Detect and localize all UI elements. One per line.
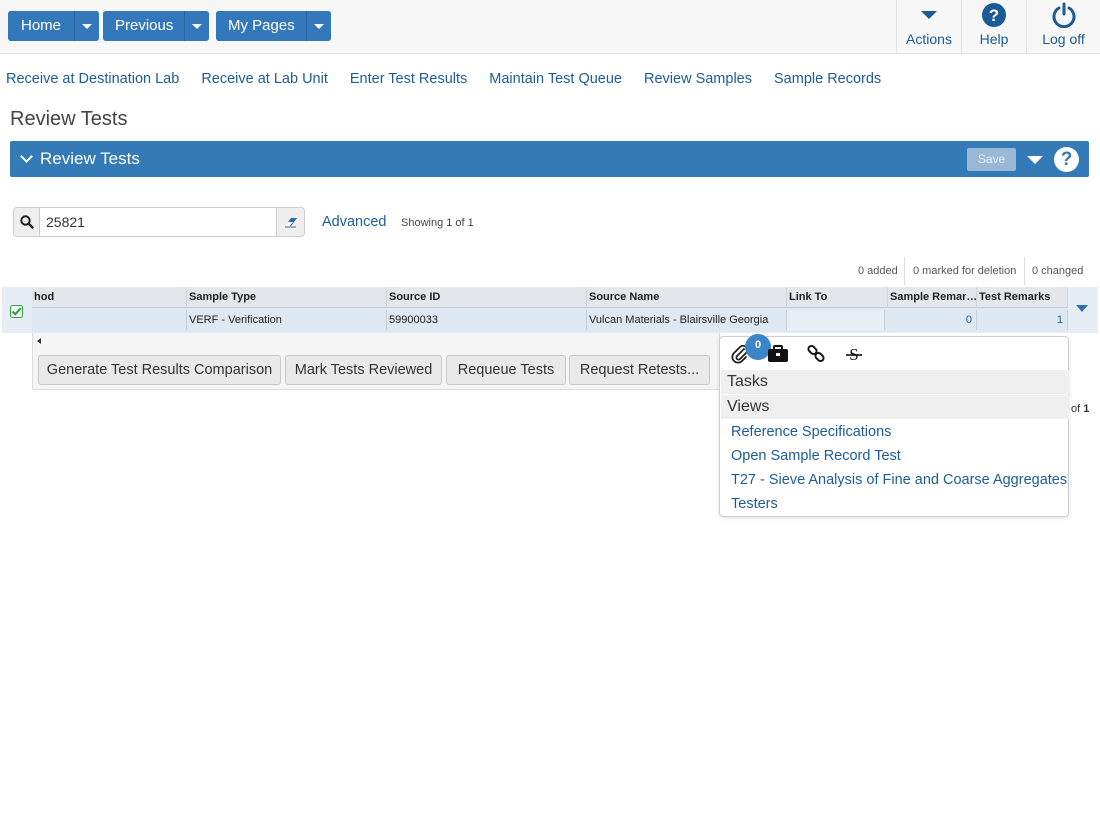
link-enter-test-results[interactable]: Enter Test Results	[350, 71, 467, 87]
caret-down-icon	[897, 10, 961, 20]
help-label: Help	[979, 31, 1009, 47]
home-dropdown-toggle[interactable]	[74, 11, 100, 41]
link-receive-at-destination-lab[interactable]: Receive at Destination Lab	[6, 71, 179, 87]
view-t27-sieve-analysis[interactable]: T27 - Sieve Analysis of Fine and Coarse …	[731, 472, 1067, 488]
requeue-tests-button[interactable]: Requeue Tests	[446, 355, 566, 385]
cell-sample-type[interactable]: VERF - Verification	[187, 310, 387, 330]
my-pages-dropdown-toggle[interactable]	[305, 11, 331, 41]
home-button-group: Home	[8, 11, 100, 41]
actions-label: Actions	[906, 31, 952, 47]
change-counters: 0 added 0 marked for deletion 0 changed	[850, 257, 1100, 285]
briefcase-icon[interactable]	[766, 343, 790, 365]
previous-button-group: Previous	[103, 11, 210, 41]
strikethrough-icon[interactable]: S	[842, 343, 866, 365]
link-receive-at-lab-unit[interactable]: Receive at Lab Unit	[201, 71, 328, 87]
cell-test-remarks[interactable]: 1	[977, 310, 1068, 330]
search-icon	[14, 208, 40, 236]
marked-for-deletion-count: 0 marked for deletion	[913, 265, 1017, 277]
advanced-search-link[interactable]: Advanced	[322, 214, 387, 230]
column-header-source-id[interactable]: Source ID	[387, 287, 587, 308]
view-open-sample-record-test[interactable]: Open Sample Record Test	[731, 448, 901, 464]
link-sample-records[interactable]: Sample Records	[774, 71, 881, 87]
svg-text:?: ?	[989, 6, 999, 25]
help-button[interactable]: ? Help	[961, 0, 1026, 54]
save-button[interactable]: Save	[967, 148, 1016, 171]
log-off-button[interactable]: Log off	[1026, 0, 1100, 54]
chevron-down-icon	[313, 23, 324, 29]
added-count: 0 added	[858, 265, 898, 277]
attachment-icon[interactable]: 0	[728, 334, 771, 365]
scroll-left-arrow-icon[interactable]	[37, 338, 41, 344]
view-testers[interactable]: Testers	[731, 496, 778, 512]
link-icon[interactable]	[804, 343, 828, 365]
quick-links-bar: Receive at Destination Lab Receive at La…	[6, 71, 903, 87]
home-button[interactable]: Home	[8, 11, 75, 41]
actions-menu-button[interactable]: Actions	[896, 0, 961, 54]
column-header-test-remarks[interactable]: Test Remarks	[977, 287, 1068, 308]
grid-header-row: hod Sample Type Source ID Source Name Li…	[32, 287, 1068, 308]
cell-sample-remarks[interactable]: 0	[888, 310, 977, 330]
search-box	[13, 207, 305, 237]
showing-count: Showing 1 of 1	[401, 217, 474, 229]
panel-menu-caret-icon[interactable]	[1027, 156, 1043, 164]
log-off-label: Log off	[1042, 31, 1085, 47]
table-row[interactable]: VERF - Verification 59900033 Vulcan Mate…	[32, 308, 1068, 332]
cell-source-id[interactable]: 59900033	[387, 310, 587, 330]
column-header-link-to[interactable]: Link To	[787, 287, 888, 308]
generate-test-results-comparison-button[interactable]: Generate Test Results Comparison	[38, 355, 281, 385]
cell-link-to[interactable]	[787, 310, 885, 330]
column-header-method[interactable]: hod	[32, 287, 187, 308]
request-retests-button[interactable]: Request Retests...	[569, 355, 710, 385]
column-header-sample-type[interactable]: Sample Type	[187, 287, 387, 308]
column-header-source-name[interactable]: Source Name	[587, 287, 787, 308]
column-header-sample-remarks[interactable]: Sample Remar…	[888, 287, 977, 308]
pager-total: 1	[1083, 403, 1090, 415]
popup-icon-bar: 0 S	[720, 334, 1068, 371]
previous-button[interactable]: Previous	[103, 11, 185, 41]
search-input[interactable]	[40, 208, 276, 236]
chevron-down-icon[interactable]	[20, 150, 33, 163]
power-icon	[1027, 2, 1100, 28]
link-review-samples[interactable]: Review Samples	[644, 71, 752, 87]
counter-divider	[904, 257, 905, 285]
top-navigation-bar: Home Previous My Pages Actions ? Help Lo…	[0, 0, 1100, 54]
changed-count: 0 changed	[1032, 265, 1084, 277]
chevron-down-icon	[192, 23, 203, 29]
panel-help-icon[interactable]: ?	[1054, 147, 1079, 172]
pager-of-label: of	[1071, 403, 1081, 415]
row-context-popup: 0 S Tasks Views Reference Specifications…	[719, 334, 1069, 517]
link-maintain-test-queue[interactable]: Maintain Test Queue	[489, 71, 622, 87]
pager: of 1	[1071, 403, 1089, 415]
grid-options-caret-icon[interactable]	[1076, 305, 1088, 312]
help-icon: ?	[962, 2, 1026, 28]
page-title: Review Tests	[10, 108, 128, 130]
views-section-header: Views	[721, 395, 1069, 419]
cell-method[interactable]	[32, 310, 187, 330]
my-pages-button[interactable]: My Pages	[216, 11, 306, 41]
tasks-section-header: Tasks	[721, 370, 1069, 394]
cell-source-name[interactable]: Vulcan Materials - Blairsville Georgia	[587, 310, 787, 330]
review-tests-panel-header: Review Tests Save ?	[10, 141, 1089, 177]
chevron-down-icon	[82, 23, 93, 29]
mark-tests-reviewed-button[interactable]: Mark Tests Reviewed	[285, 355, 442, 385]
previous-dropdown-toggle[interactable]	[184, 11, 210, 41]
my-pages-button-group: My Pages	[216, 11, 331, 41]
view-reference-specifications[interactable]: Reference Specifications	[731, 424, 891, 440]
counter-divider	[1024, 257, 1025, 285]
panel-title[interactable]: Review Tests	[40, 149, 140, 169]
eraser-icon[interactable]	[276, 208, 304, 236]
row-selected-check-icon[interactable]	[10, 305, 23, 318]
